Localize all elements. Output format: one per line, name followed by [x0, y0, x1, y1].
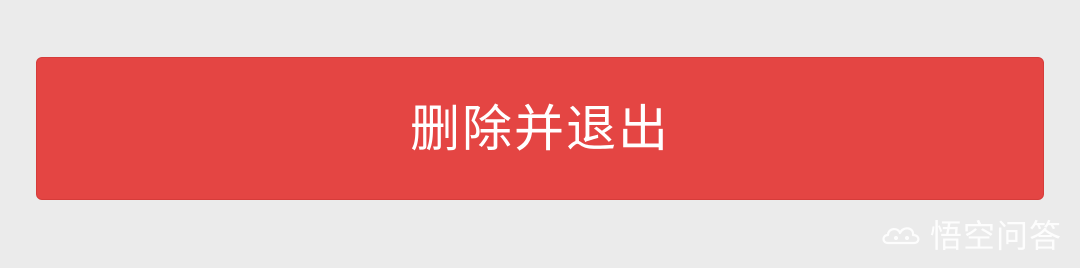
- delete-and-exit-label: 删除并退出: [410, 99, 670, 158]
- watermark-text: 悟空问答: [929, 217, 1062, 255]
- watermark: 悟空问答: [880, 220, 1062, 252]
- wukong-cloud-icon: [882, 227, 920, 245]
- screen: 删除并退出 悟空问答: [0, 0, 1080, 268]
- delete-and-exit-button[interactable]: 删除并退出: [36, 57, 1044, 200]
